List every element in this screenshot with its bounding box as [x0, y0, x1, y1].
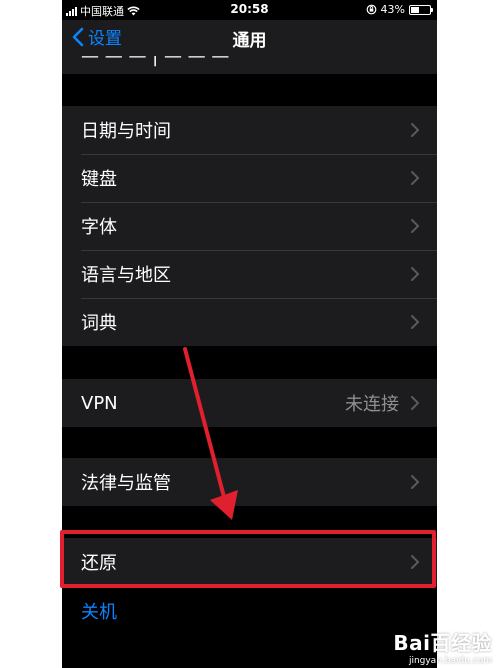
- annotation-arrow-icon: [183, 347, 238, 520]
- watermark-brand: Bai百经验: [393, 631, 492, 655]
- watermark-url: jingyan.baidu.com: [408, 656, 492, 666]
- watermark: Bai百经验 jingyan.baidu.com: [393, 627, 492, 666]
